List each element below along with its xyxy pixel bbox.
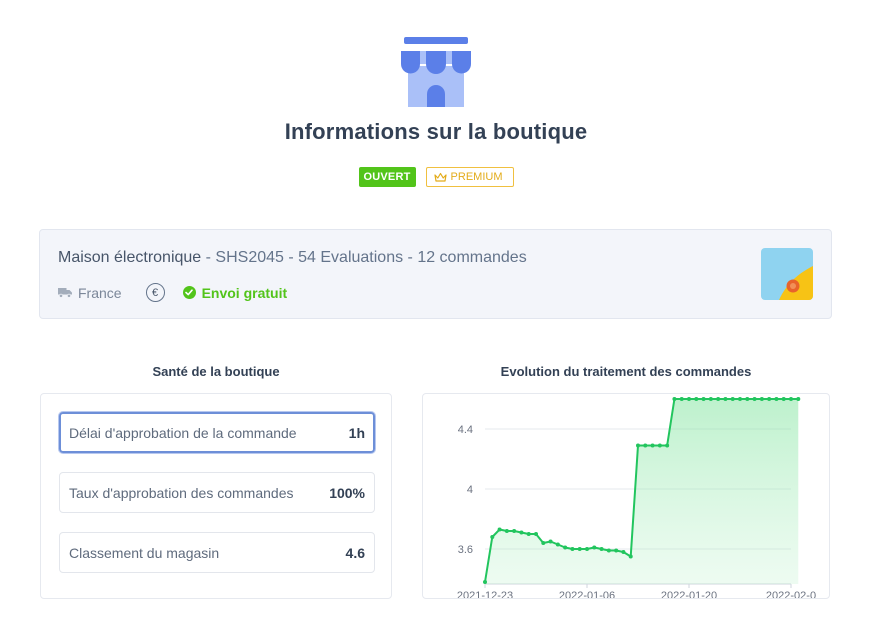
check-circle-icon [182,286,196,299]
data-point [585,547,589,551]
country-label: France [78,284,122,301]
metric-value: 1h [348,424,365,441]
data-point [636,443,640,448]
store-rating-metric[interactable]: Classement du magasin 4.6 [59,532,375,573]
x-tick-label: 2022-02-0 [766,590,816,599]
data-point [745,397,750,401]
data-point [781,397,786,401]
data-point [643,443,648,448]
chart-section-title: Evolution du traitement des commandes [500,364,752,379]
data-point [796,397,801,401]
data-point [650,443,655,448]
x-tick-label: 2022-01-20 [661,590,717,599]
data-point [767,397,772,401]
shop-info-card: Maison électronique - SHS2045 - 54 Evalu… [39,229,832,319]
data-point [614,548,619,553]
data-point [519,530,524,535]
y-tick-label: 3.6 [458,544,473,556]
euro-icon: € [145,283,165,302]
metric-label: Délai d'approbation de la commande [69,424,297,441]
x-tick-label: 2022-01-06 [559,590,615,599]
free-shipping: Envoi gratuit [182,284,288,301]
x-tick-label: 2021-12-23 [457,590,513,599]
data-point [526,532,531,536]
data-point [701,397,706,401]
data-point [621,550,626,554]
data-point [512,529,517,533]
area-fill [485,399,799,584]
data-point [570,547,575,551]
data-point [577,547,582,551]
data-point [497,527,502,532]
data-point [606,548,611,553]
data-point [672,397,677,401]
metric-label: Taux d'approbation des commandes [69,484,294,501]
shop-country: France [58,285,122,301]
y-tick-label: 4.4 [458,424,473,436]
data-point [599,547,604,551]
shop-summary: Maison électronique - SHS2045 - 54 Evalu… [58,249,527,267]
order-processing-chart: 3.6 4 4.4 2021-12-23 2022-01-06 2022-01-20 202… [422,393,830,599]
status-badge-open: OUVERT [358,167,416,187]
status-badges: OUVERT PREMIUM [0,167,872,187]
data-point [752,397,757,401]
health-section-title: Santé de la boutique [152,364,280,379]
shop-logo-image [761,248,813,300]
data-point [592,545,597,550]
data-point [759,397,764,401]
y-tick-label: 4 [467,484,473,496]
truck-icon [58,288,72,298]
data-point [723,397,728,401]
data-point [657,443,662,448]
data-point [628,554,633,559]
data-point [774,397,779,401]
approval-delay-metric[interactable]: Délai d'approbation de la commande 1h [59,412,375,453]
storefront-icon [401,37,471,107]
shop-name: Maison électronique [58,249,202,266]
data-point [716,397,721,401]
chart-canvas: 3.6 4 4.4 2021-12-23 2022-01-06 2022-01-20 202… [457,397,816,599]
data-point [730,397,735,401]
data-point [541,541,546,545]
crown-icon [433,172,447,182]
data-point [687,397,691,401]
data-point [708,397,713,401]
data-point [563,545,568,550]
shop-details: - SHS2045 - 54 Evaluations - 12 commande… [201,249,527,266]
metric-label: Classement du magasin [69,544,220,561]
data-point [694,397,699,401]
data-point [490,535,495,539]
data-point [548,539,553,544]
premium-badge-label: PREMIUM [450,171,503,183]
data-point [504,529,509,533]
data-point [534,532,538,536]
premium-badge: PREMIUM [425,167,514,187]
metric-value: 100% [329,484,365,501]
data-point [665,443,670,448]
free-shipping-label: Envoi gratuit [201,284,288,301]
shop-health-panel: Délai d'approbation de la commande 1h Ta… [40,393,392,599]
metric-value: 4.6 [345,544,365,561]
approval-rate-metric[interactable]: Taux d'approbation des commandes 100% [59,472,375,513]
shop-meta: France € Envoi gratuit [58,283,287,302]
page-title: Informations sur la boutique [284,119,588,144]
data-point [555,542,560,547]
data-point [679,397,684,401]
data-point [483,580,487,584]
data-point [738,397,742,401]
data-point [789,397,793,401]
